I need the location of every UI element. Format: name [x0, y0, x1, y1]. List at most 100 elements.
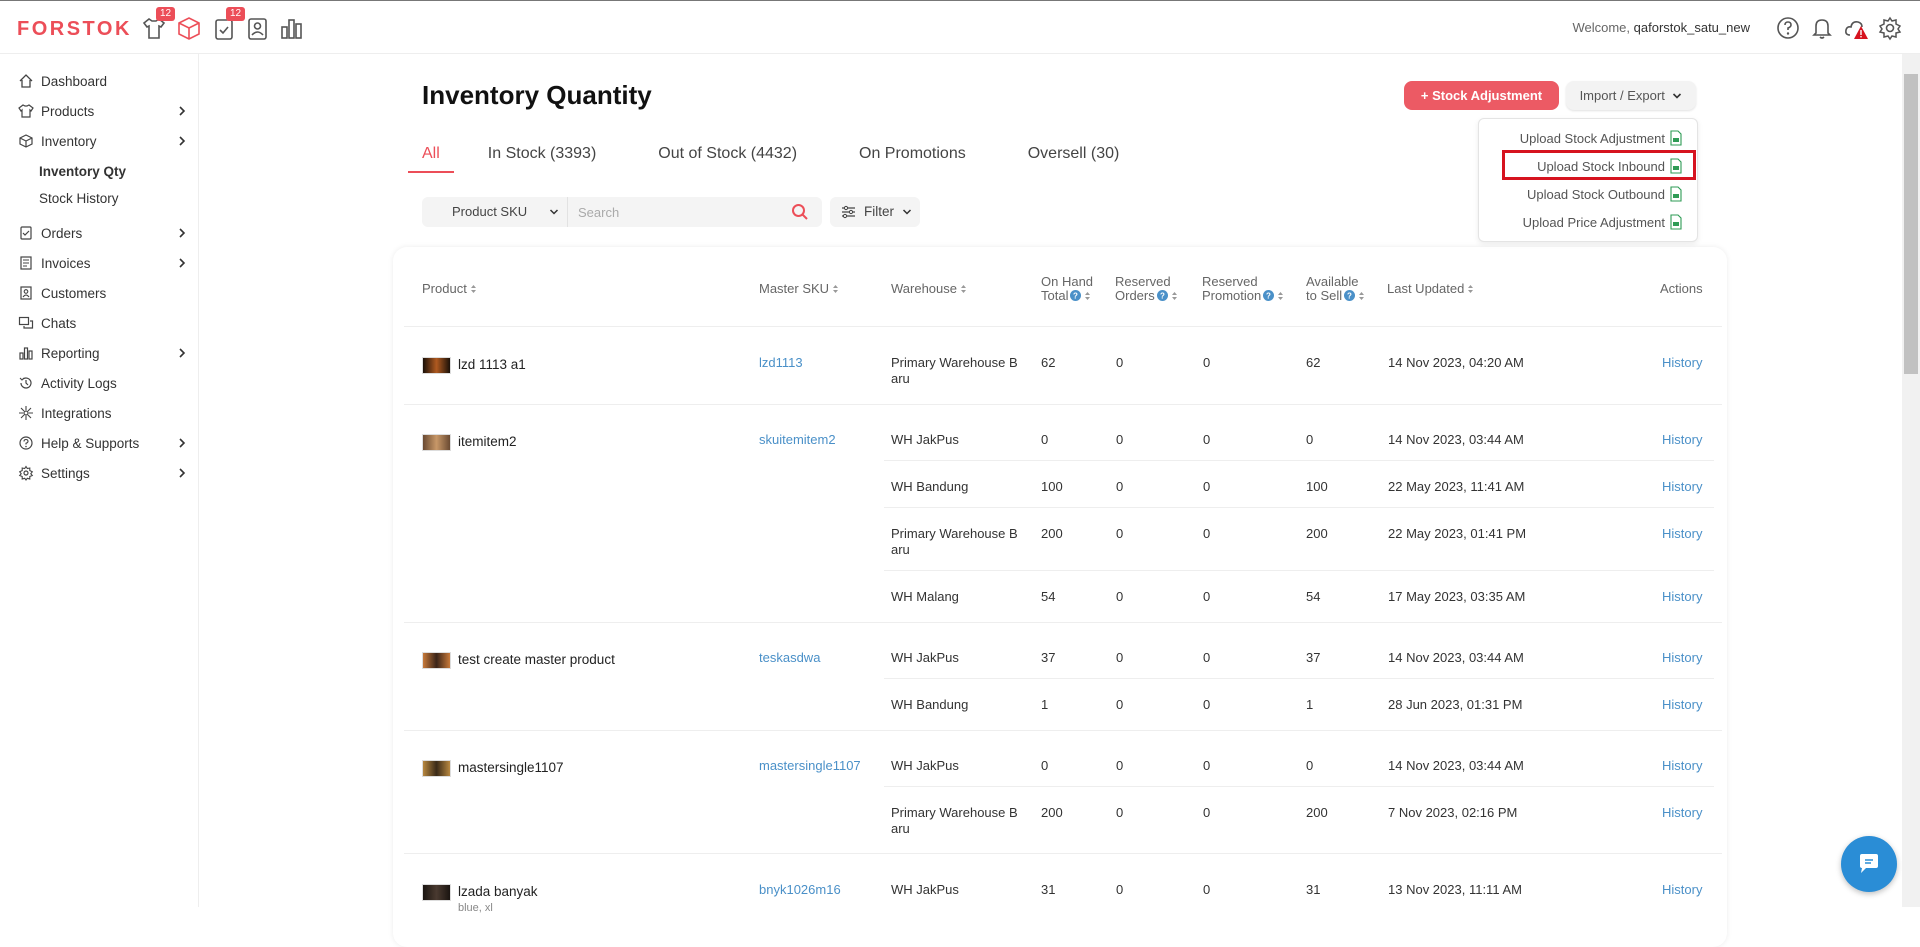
column-header-last-updated[interactable]: Last Updated — [1387, 282, 1474, 296]
product-thumbnail[interactable] — [422, 760, 451, 777]
header-label: Actions — [1660, 281, 1703, 296]
forstok-logo[interactable]: FORSTOK — [17, 18, 132, 41]
info-question-icon[interactable]: ? — [1344, 290, 1356, 301]
warehouse-name: Primary Warehouse Baru — [891, 355, 1018, 387]
column-header-master-sku[interactable]: Master SKU — [759, 282, 839, 296]
master-sku-link[interactable]: skuitemitem2 — [759, 432, 836, 448]
filter-sliders-icon — [842, 205, 855, 219]
upload-stock-outbound-item[interactable]: Upload Stock Outbound — [1527, 183, 1683, 205]
reserved-promotion-value: 0 — [1203, 805, 1211, 820]
box-icon[interactable] — [175, 14, 203, 42]
search-input[interactable]: Search — [578, 205, 619, 220]
chat-widget-button[interactable] — [1841, 836, 1897, 892]
master-sku-link[interactable]: bnyk1026m16 — [759, 882, 841, 898]
sidebar-item-inventory[interactable]: Inventory — [18, 130, 188, 152]
last-updated-value: 22 May 2023, 11:41 AM — [1388, 479, 1525, 494]
product-name[interactable]: test create master product — [458, 652, 615, 667]
tab-out-of-stock[interactable]: Out of Stock (4432) — [644, 143, 811, 173]
product-name[interactable]: lzada banyak — [458, 884, 538, 899]
column-header-reserved-promotion[interactable]: Reserved Promotion? — [1202, 275, 1284, 303]
scrollbar-thumb[interactable] — [1904, 74, 1918, 374]
page-title: Inventory Quantity — [422, 80, 652, 110]
product-name[interactable]: lzd 1113 a1 — [458, 357, 526, 372]
sidebar-item-integrations[interactable]: Integrations — [18, 402, 188, 424]
info-question-icon[interactable]: ? — [1070, 290, 1082, 301]
warehouse-name-line: Primary Warehouse B — [891, 355, 1018, 370]
reserved-promotion-value: 0 — [1203, 355, 1211, 370]
column-header-product[interactable]: Product — [422, 282, 477, 296]
header-label: Product — [422, 281, 467, 296]
upload-price-adjustment-item[interactable]: Upload Price Adjustment — [1523, 211, 1683, 233]
history-link[interactable]: History — [1662, 650, 1702, 666]
username[interactable]: qaforstok_satu_new — [1634, 20, 1750, 35]
product-divider — [404, 853, 1722, 854]
svg-text:?: ? — [1266, 292, 1271, 301]
search-icon[interactable] — [791, 203, 809, 221]
history-link[interactable]: History — [1662, 479, 1702, 495]
svg-text:?: ? — [1160, 292, 1165, 301]
available-to-sell-value: 0 — [1306, 432, 1314, 447]
search-field-select[interactable]: Product SKU — [422, 197, 568, 227]
tab-oversell[interactable]: Oversell (30) — [1014, 143, 1134, 173]
sidebar-item-reporting[interactable]: Reporting — [18, 342, 188, 364]
warehouse-name-line: WH Bandung — [891, 479, 969, 494]
product-divider — [404, 730, 1722, 731]
bar-chart-icon[interactable] — [277, 14, 305, 42]
product-name[interactable]: itemitem2 — [458, 434, 517, 449]
stock-adjustment-button[interactable]: + Stock Adjustment — [1404, 81, 1559, 110]
sidebar-item-invoices[interactable]: Invoices — [18, 252, 188, 274]
import-export-button[interactable]: Import / Export — [1566, 81, 1696, 110]
tab-on-promotions[interactable]: On Promotions — [845, 143, 980, 173]
excel-file-icon — [1670, 186, 1682, 202]
help-icon[interactable] — [1775, 15, 1801, 41]
last-updated-value: 17 May 2023, 03:35 AM — [1388, 589, 1526, 604]
master-sku-link[interactable]: mastersingle1107 — [759, 758, 861, 774]
master-sku-link[interactable]: lzd1113 — [759, 355, 803, 371]
history-link[interactable]: History — [1662, 697, 1702, 713]
on-hand-total-value: 1 — [1041, 697, 1049, 712]
master-sku-link[interactable]: teskasdwa — [759, 650, 820, 666]
gear-icon — [18, 465, 34, 481]
gear-icon[interactable] — [1877, 15, 1903, 41]
sidebar-item-products[interactable]: Products — [18, 100, 188, 122]
tab-all[interactable]: All — [408, 143, 454, 173]
sidebar-subitem-inventory-qty[interactable]: Inventory Qty — [39, 164, 126, 179]
history-link[interactable]: History — [1662, 805, 1702, 821]
product-variant: blue, xl — [458, 902, 493, 914]
available-to-sell-value: 100 — [1306, 479, 1328, 494]
history-link[interactable]: History — [1662, 758, 1702, 774]
column-header-reserved-orders[interactable]: Reserved Orders? — [1115, 275, 1178, 303]
bell-icon[interactable] — [1809, 15, 1835, 41]
column-header-available-to-sell[interactable]: Available to Sell? — [1306, 275, 1365, 303]
sidebar-item-orders[interactable]: Orders — [18, 222, 188, 244]
sidebar-item-label: Settings — [41, 465, 90, 481]
info-question-icon[interactable]: ? — [1263, 290, 1275, 301]
history-link[interactable]: History — [1662, 589, 1702, 605]
sidebar-item-settings[interactable]: Settings — [18, 462, 188, 484]
sidebar-item-customers[interactable]: Customers — [18, 282, 188, 304]
column-header-warehouse[interactable]: Warehouse — [891, 282, 967, 296]
history-link[interactable]: History — [1662, 526, 1702, 542]
history-link[interactable]: History — [1662, 882, 1702, 898]
column-header-on-hand-total[interactable]: On Hand Total? — [1041, 275, 1093, 303]
contact-icon[interactable] — [243, 14, 271, 42]
cloud-alert-icon[interactable] — [1843, 15, 1869, 41]
filter-button[interactable]: Filter — [830, 197, 920, 227]
sidebar-subitem-stock-history[interactable]: Stock History — [39, 191, 119, 206]
sidebar-item-help-supports[interactable]: Help & Supports — [18, 432, 188, 454]
product-thumbnail[interactable] — [422, 357, 451, 374]
chevron-right-icon — [179, 258, 186, 268]
tab-in-stock[interactable]: In Stock (3393) — [474, 143, 611, 173]
product-thumbnail[interactable] — [422, 652, 451, 669]
upload-stock-adjustment-item[interactable]: Upload Stock Adjustment — [1520, 127, 1683, 149]
sidebar-item-dashboard[interactable]: Dashboard — [18, 70, 188, 92]
history-link[interactable]: History — [1662, 432, 1702, 448]
product-thumbnail[interactable] — [422, 434, 451, 451]
product-thumbnail[interactable] — [422, 884, 451, 901]
product-name[interactable]: mastersingle1107 — [458, 760, 564, 775]
info-question-icon[interactable]: ? — [1156, 290, 1168, 301]
sidebar-item-activity-logs[interactable]: Activity Logs — [18, 372, 188, 394]
sidebar-item-chats[interactable]: Chats — [18, 312, 188, 334]
history-link[interactable]: History — [1662, 355, 1702, 371]
page-scrollbar[interactable] — [1902, 54, 1920, 907]
